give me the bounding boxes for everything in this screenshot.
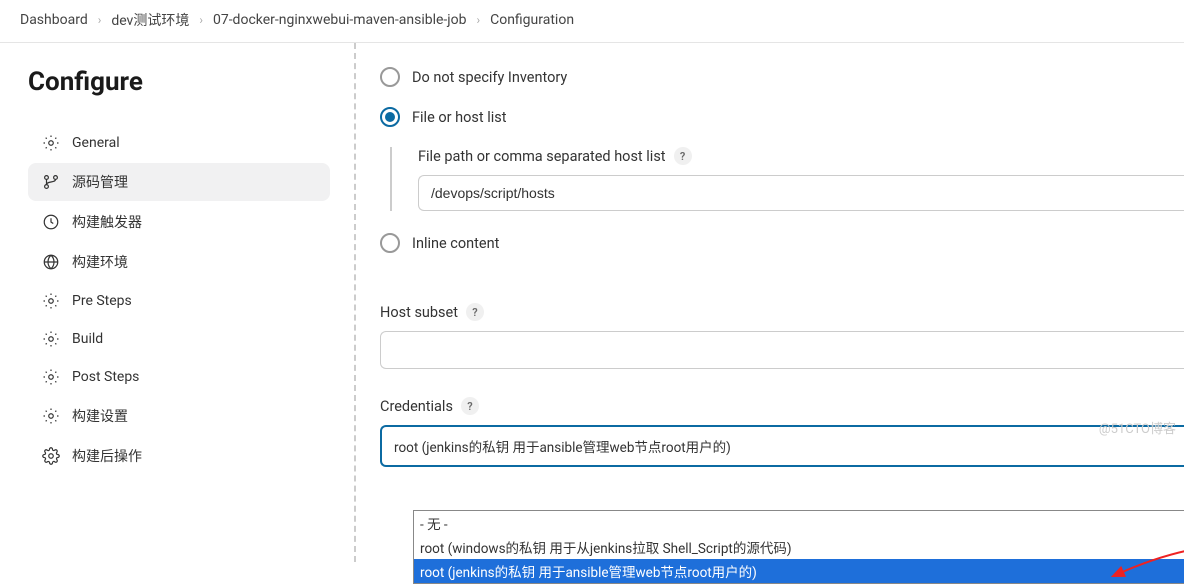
- field-label-row: File path or comma separated host list ?: [418, 147, 1184, 165]
- radio-label: Do not specify Inventory: [412, 69, 567, 86]
- sidebar-item-pre-steps[interactable]: Pre Steps: [28, 283, 330, 319]
- main-content: Do not specify Inventory File or host li…: [380, 43, 1184, 562]
- field-label-row: Credentials ?: [380, 397, 1184, 415]
- host-subset-section: Host subset ?: [380, 303, 1184, 369]
- chevron-right-icon: ›: [98, 13, 102, 27]
- sidebar-item-label: 构建后操作: [72, 446, 142, 466]
- page-title: Configure: [28, 67, 330, 97]
- file-inventory-block: File path or comma separated host list ?: [390, 147, 1184, 211]
- radio-file-inventory[interactable]: [380, 107, 400, 127]
- sidebar-item-label: Build: [72, 331, 103, 347]
- dropdown-option-none[interactable]: - 无 -: [414, 511, 1184, 535]
- host-subset-input[interactable]: [380, 331, 1184, 369]
- credentials-dropdown: - 无 - root (windows的私钥 用于从jenkins拉取 Shel…: [413, 510, 1184, 584]
- breadcrumb: Dashboard › dev测试环境 › 07-docker-nginxweb…: [0, 0, 1184, 43]
- dropdown-option-jenkins[interactable]: root (jenkins的私钥 用于ansible管理web节点root用户的…: [414, 559, 1184, 583]
- breadcrumb-item-configuration[interactable]: Configuration: [490, 12, 574, 28]
- gear-icon: [42, 292, 60, 310]
- sidebar-item-build-env[interactable]: 构建环境: [28, 243, 330, 281]
- sidebar-item-label: 构建设置: [72, 406, 128, 426]
- sidebar-item-build-settings[interactable]: 构建设置: [28, 397, 330, 435]
- credentials-select[interactable]: root (jenkins的私钥 用于ansible管理web节点root用户的…: [380, 425, 1184, 467]
- radio-row-file: File or host list: [380, 107, 1184, 127]
- gear-icon: [42, 330, 60, 348]
- gear-icon: [42, 134, 60, 152]
- radio-row-none: Do not specify Inventory: [380, 67, 1184, 87]
- dropdown-option-windows[interactable]: root (windows的私钥 用于从jenkins拉取 Shell_Scri…: [414, 535, 1184, 559]
- radio-row-inline: Inline content: [380, 233, 1184, 253]
- file-path-label: File path or comma separated host list: [418, 148, 666, 165]
- gear-icon: [42, 407, 60, 425]
- sidebar-item-label: 源码管理: [72, 172, 128, 192]
- gear-complex-icon: [42, 447, 60, 465]
- sidebar-item-label: 构建触发器: [72, 212, 142, 232]
- vertical-divider: [354, 43, 356, 562]
- sidebar-nav: General 源码管理 构建触发器 构建环境 Pre Steps Build: [28, 125, 330, 475]
- gear-icon: [42, 368, 60, 386]
- sidebar-item-label: 构建环境: [72, 252, 128, 272]
- breadcrumb-item-dashboard[interactable]: Dashboard: [20, 12, 88, 28]
- radio-label: Inline content: [412, 235, 499, 252]
- host-subset-label: Host subset: [380, 304, 458, 321]
- clock-icon: [42, 213, 60, 231]
- sidebar-item-scm[interactable]: 源码管理: [28, 163, 330, 201]
- sidebar-item-build[interactable]: Build: [28, 321, 330, 357]
- credentials-section: Credentials ? root (jenkins的私钥 用于ansible…: [380, 397, 1184, 467]
- branch-icon: [42, 173, 60, 191]
- help-icon[interactable]: ?: [466, 303, 484, 321]
- file-path-input[interactable]: [418, 175, 1184, 211]
- radio-inline-inventory[interactable]: [380, 233, 400, 253]
- sidebar-item-label: General: [72, 135, 120, 151]
- help-icon[interactable]: ?: [674, 147, 692, 165]
- sidebar: Configure General 源码管理 构建触发器 构建环境 Pre St…: [0, 43, 350, 562]
- credentials-label: Credentials: [380, 398, 453, 415]
- breadcrumb-item-job[interactable]: 07-docker-nginxwebui-maven-ansible-job: [213, 12, 467, 28]
- sidebar-item-general[interactable]: General: [28, 125, 330, 161]
- chevron-right-icon: ›: [199, 13, 203, 27]
- sidebar-item-triggers[interactable]: 构建触发器: [28, 203, 330, 241]
- field-label-row: Host subset ?: [380, 303, 1184, 321]
- sidebar-item-post-build[interactable]: 构建后操作: [28, 437, 330, 475]
- radio-label: File or host list: [412, 109, 507, 126]
- sidebar-item-label: Post Steps: [72, 369, 139, 385]
- chevron-right-icon: ›: [476, 13, 480, 27]
- sidebar-item-label: Pre Steps: [72, 293, 132, 309]
- help-icon[interactable]: ?: [461, 397, 479, 415]
- globe-icon: [42, 253, 60, 271]
- radio-none-inventory[interactable]: [380, 67, 400, 87]
- breadcrumb-item-env[interactable]: dev测试环境: [111, 10, 189, 30]
- sidebar-item-post-steps[interactable]: Post Steps: [28, 359, 330, 395]
